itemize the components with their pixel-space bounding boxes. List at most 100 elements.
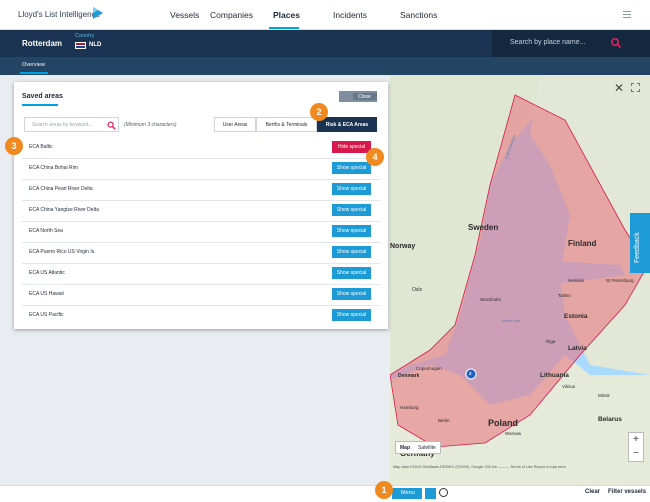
map-label-hamburg: Hamburg	[400, 405, 419, 410]
min-chars-hint: (Minimum 3 characters)	[124, 122, 177, 128]
nav-incidents[interactable]: Incidents	[333, 10, 367, 20]
tab-user-areas[interactable]: User Areas	[214, 117, 256, 132]
panel-title-underline	[22, 104, 58, 106]
map-fullscreen-icon[interactable]	[631, 83, 640, 92]
filter-vessels-button[interactable]: Filter vessels	[608, 489, 646, 495]
close-button-label: Close	[353, 93, 377, 100]
area-name: ECA US Hawaii	[29, 291, 64, 297]
map-label-sweden: Sweden	[468, 223, 499, 232]
top-navigation: Lloyd's List Intelligence Vessels Compan…	[0, 0, 650, 30]
map-label-poland: Poland	[488, 418, 519, 428]
panel-title: Saved areas	[22, 93, 63, 100]
step-badge-2: 2	[310, 103, 328, 121]
tab-berths-terminals[interactable]: Berths & Terminals	[256, 117, 317, 132]
list-item: ECA China Pearl River Delta Show special	[22, 180, 380, 199]
show-special-button[interactable]: Show special	[332, 225, 371, 237]
list-item: ECA US Pacific Show special	[22, 306, 380, 325]
map-label-copenhagen: Copenhagen	[416, 366, 442, 371]
bottom-toolbar	[0, 485, 650, 502]
map-label-tallinn: Tallinn	[558, 293, 571, 298]
map-label-lithuania: Lithuania	[540, 372, 569, 379]
tab-risk-eca-areas[interactable]: Risk & ECA Areas	[317, 117, 377, 132]
pan-hand-icon[interactable]	[425, 488, 436, 499]
map-label-vilnius: Vilnius	[562, 384, 576, 389]
area-name: ECA China Pearl River Delta	[29, 186, 93, 192]
nav-sanctions[interactable]: Sanctions	[400, 10, 437, 20]
hamburger-menu-icon[interactable]	[623, 11, 631, 20]
area-name: ECA China Yangtze River Delta	[29, 207, 99, 213]
list-item: ECA China Bohai Rim Show special	[22, 159, 380, 178]
map-label-latvia: Latvia	[568, 345, 587, 352]
feedback-label: Feedback	[634, 232, 641, 263]
map-label-helsinki: Helsinki	[568, 278, 584, 283]
list-item: ECA Puerto Rico US Virgin Is. Show speci…	[22, 243, 380, 262]
area-name: ECA China Bohai Rim	[29, 165, 78, 171]
tab-overview[interactable]: Overview	[22, 62, 45, 68]
map-cluster-count[interactable]: 2	[469, 371, 472, 376]
nav-active-indicator	[269, 27, 299, 29]
place-search-input[interactable]: Search by place name...	[492, 30, 650, 57]
list-item: ECA US Hawaii Show special	[22, 285, 380, 304]
clear-button[interactable]: Clear	[585, 489, 600, 495]
list-item: ECA North Sea Show special	[22, 222, 380, 241]
step-badge-4: 4	[366, 148, 384, 166]
map-label-norway: Norway	[390, 243, 416, 250]
map-label-belarus: Belarus	[598, 416, 622, 423]
draw-circle-icon[interactable]	[439, 488, 448, 497]
close-button[interactable]: Close	[339, 91, 377, 102]
brand-logo-icon	[93, 7, 103, 19]
area-name: ECA Puerto Rico US Virgin Is.	[29, 249, 96, 255]
search-icon[interactable]	[610, 37, 622, 49]
area-search-input[interactable]	[25, 118, 105, 131]
area-search-field[interactable]	[24, 117, 119, 132]
zoom-out-button[interactable]: −	[633, 448, 639, 459]
step-badge-1: 1	[375, 481, 393, 499]
list-item: ECA US Atlantic Show special	[22, 264, 380, 283]
map-label-stockholm: Stockholm	[480, 297, 502, 302]
map-type-map[interactable]: Map	[396, 442, 414, 454]
saved-areas-panel: Saved areas Close (Minimum 3 characters)…	[14, 82, 388, 329]
show-special-button[interactable]: Show special	[332, 288, 371, 300]
show-special-button[interactable]: Show special	[332, 267, 371, 279]
map-menu-button[interactable]: Menu	[392, 488, 422, 499]
map-label-denmark: Denmark	[398, 373, 420, 379]
map-label-st-petersburg: St Petersburg	[606, 278, 634, 283]
country-label: Country	[75, 33, 95, 39]
map-label-riga: Riga	[546, 339, 556, 344]
show-special-button[interactable]: Show special	[332, 309, 371, 321]
map-label-berlin: Berlin	[438, 418, 450, 423]
nav-vessels[interactable]: Vessels	[170, 10, 199, 20]
area-name: ECA Baltic	[29, 144, 53, 150]
nav-places[interactable]: Places	[273, 10, 300, 20]
show-special-button[interactable]: Show special	[332, 246, 371, 258]
place-name: Rotterdam	[22, 39, 63, 48]
show-special-button[interactable]: Show special	[332, 204, 371, 216]
show-special-button[interactable]: Show special	[332, 183, 371, 195]
netherlands-flag-icon	[75, 42, 86, 49]
map-type-satellite[interactable]: Satellite	[414, 442, 440, 454]
list-item: ECA Baltic Hide special	[22, 138, 380, 157]
area-name: ECA North Sea	[29, 228, 63, 234]
step-badge-3: 3	[5, 137, 23, 155]
country-code: NLD	[89, 42, 102, 48]
brand-name[interactable]: Lloyd's List Intelligence	[18, 10, 100, 19]
search-icon[interactable]	[107, 121, 116, 130]
map-view[interactable]: Sweden Finland Norway Oslo Helsinki St P…	[390, 75, 650, 485]
hide-special-button[interactable]: Hide special	[332, 141, 371, 153]
map-close-icon[interactable]: ✕	[614, 81, 624, 95]
map-label-minsk: Minsk	[598, 393, 610, 398]
zoom-in-button[interactable]: +	[633, 434, 639, 445]
map-zoom-controls: + −	[628, 432, 644, 462]
map-label-baltic-sea: Baltic Sea	[502, 318, 521, 323]
sub-navigation: Overview	[0, 57, 650, 75]
list-item: ECA China Yangtze River Delta Show speci…	[22, 201, 380, 220]
nav-companies[interactable]: Companies	[210, 10, 253, 20]
area-name: ECA US Pacific	[29, 312, 64, 318]
place-search-placeholder: Search by place name...	[510, 39, 586, 46]
feedback-tab[interactable]: Feedback	[630, 213, 650, 273]
map-label-finland: Finland	[568, 239, 597, 248]
map-label-estonia: Estonia	[564, 313, 588, 320]
show-special-button[interactable]: Show special	[332, 162, 371, 174]
area-name: ECA US Atlantic	[29, 270, 65, 276]
map-label-warsaw: Warsaw	[505, 431, 522, 436]
